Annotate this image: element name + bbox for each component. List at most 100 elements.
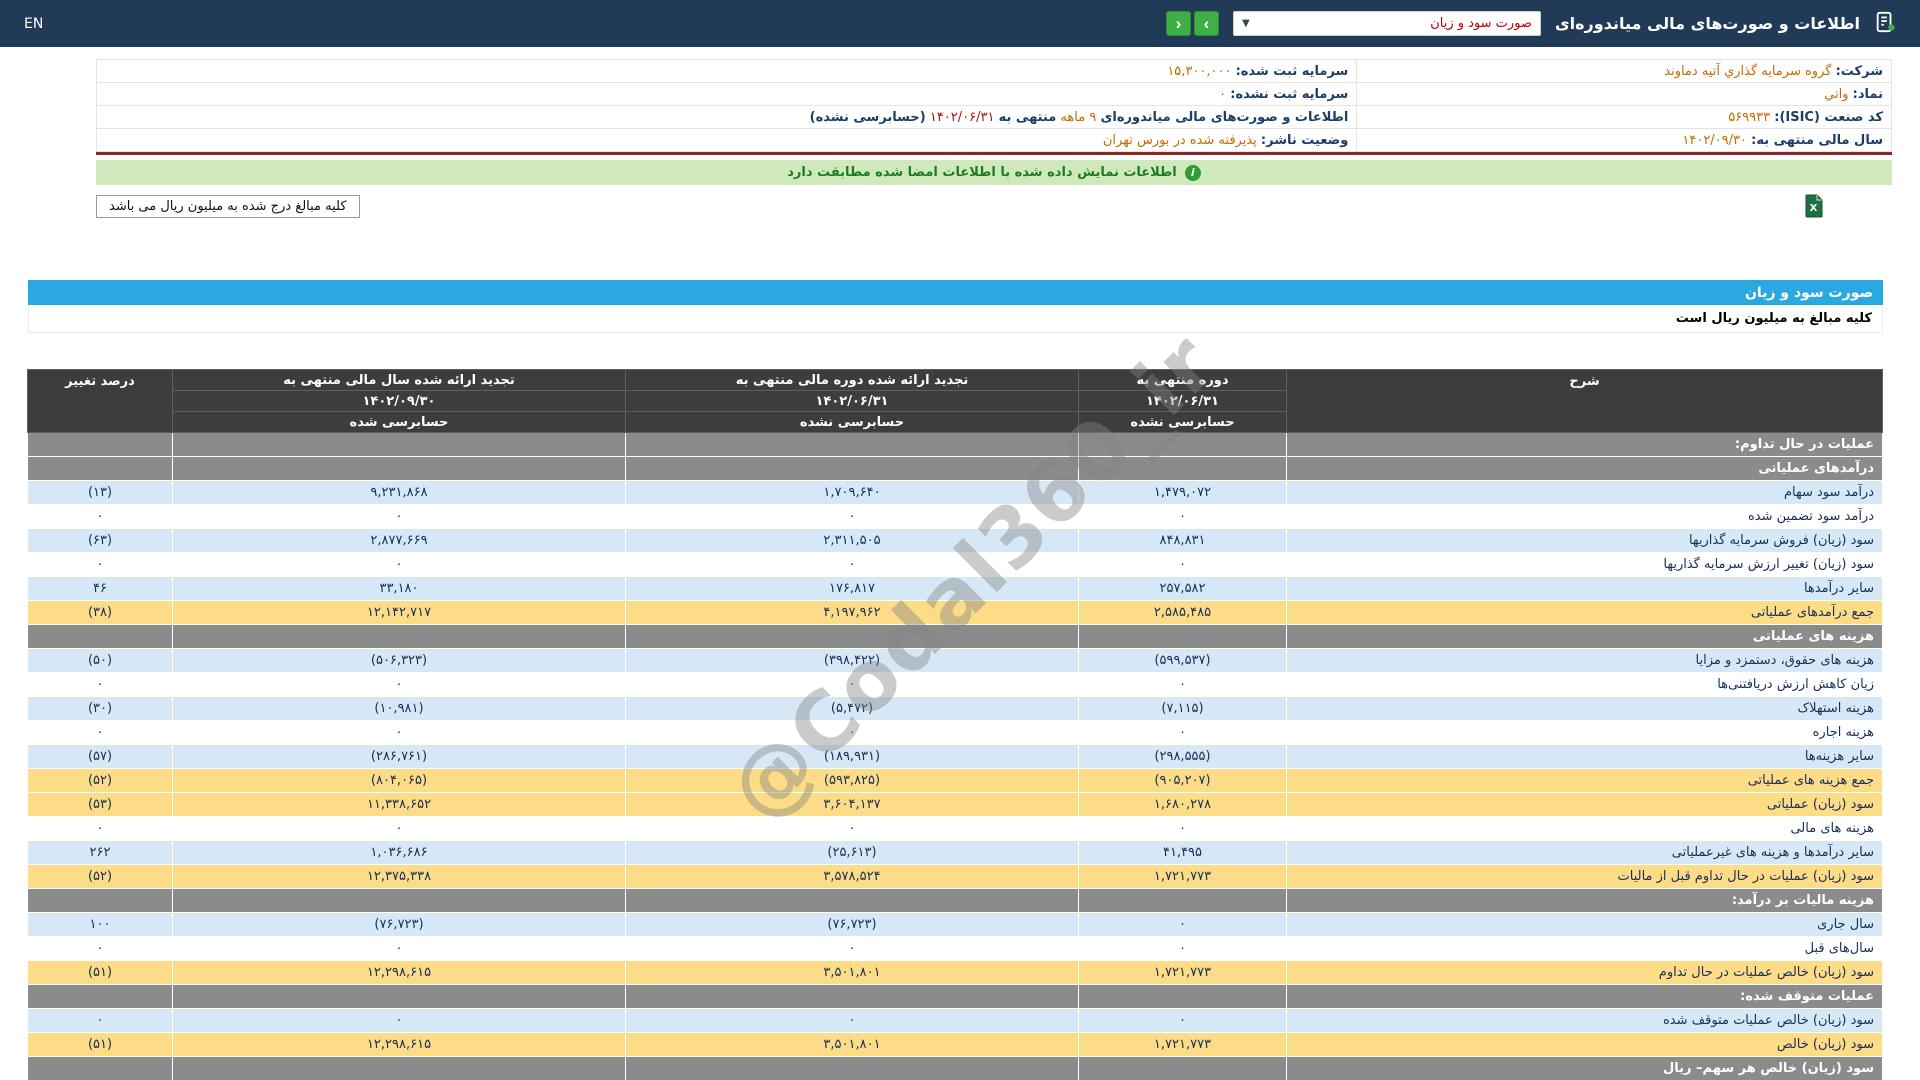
- change-percent-value: ۰: [27, 1008, 173, 1033]
- svg-text:X: X: [1810, 203, 1818, 214]
- section-empty-cell: [27, 456, 173, 481]
- section-empty-cell: [625, 1056, 1079, 1080]
- issuer-status-value: پذیرفته شده در بورس تهران: [1102, 132, 1257, 148]
- amount-value: ۰: [1078, 720, 1287, 745]
- section-empty-cell: [625, 888, 1079, 913]
- row-label: درآمد سود سهام: [1286, 480, 1883, 505]
- column-audit-status: حسابرسی شده: [172, 411, 626, 433]
- change-percent-value: (۳۰): [27, 696, 173, 721]
- arrow-left-button[interactable]: ‹: [1165, 11, 1191, 36]
- page-title: اطلاعات و صورت‌های مالی میاندوره‌ای: [1554, 14, 1860, 33]
- amount-value: ۰: [1078, 552, 1287, 577]
- section-empty-cell: [625, 624, 1079, 649]
- amount-value: ۱۲,۱۴۲,۷۱۷: [172, 600, 626, 625]
- company-info-section: شرکت: گروه سرمایه گذاري آتیه دماوند سرما…: [95, 59, 1892, 155]
- topbar-right-group: اطلاعات و صورت‌های مالی میاندوره‌ای صورت…: [1165, 11, 1896, 37]
- table-row: هزینه اجاره ۰ ۰ ۰ ۰: [27, 720, 1883, 745]
- section-label: عملیات در حال تداوم:: [1286, 432, 1883, 457]
- table-row: سایر درآمدها و هزینه های غیرعملیاتی ۴۱,۴۹…: [27, 840, 1883, 865]
- amount-value: ۳,۵۷۸,۵۲۴: [625, 864, 1079, 889]
- section-empty-cell: [27, 624, 173, 649]
- excel-export-icon[interactable]: X: [1804, 194, 1824, 218]
- row-label: سایر درآمدها و هزینه های غیرعملیاتی: [1286, 840, 1883, 865]
- company-label: شرکت:: [1835, 63, 1883, 79]
- section-label: عملیات متوقف شده:: [1286, 984, 1883, 1009]
- change-percent-value: (۵۳): [27, 792, 173, 817]
- row-label: سود (زیان) عملیات در حال تداوم قبل از ما…: [1286, 864, 1883, 889]
- amount-value: ۳۳,۱۸۰: [172, 576, 626, 601]
- row-label: درآمد سود تضمین شده: [1286, 504, 1883, 529]
- row-label: سایر هزینه‌ها: [1286, 744, 1883, 769]
- section-header-row: درآمدهای عملیاتی: [27, 456, 1883, 481]
- registered-capital-value: ۱۵,۳۰۰,۰۰۰: [1167, 63, 1232, 79]
- amount-value: ۱,۷۲۱,۷۷۳: [1078, 960, 1287, 985]
- amounts-unit-note: کلیه مبالغ درج شده به میلیون ریال می باش…: [96, 194, 360, 218]
- symbol-label: نماد:: [1852, 86, 1883, 102]
- table-row: سایر هزینه‌ها (۲۹۸,۵۵۵) (۱۸۹,۹۳۱) (۲۸۶,۷۶۱)…: [27, 744, 1883, 769]
- amount-value: (۱۰,۹۸۱): [172, 696, 626, 721]
- section-header-row: عملیات متوقف شده:: [27, 984, 1883, 1009]
- amount-value: ۴۱,۴۹۵: [1078, 840, 1287, 865]
- amount-value: ۱۱,۳۳۸,۶۵۲: [172, 792, 626, 817]
- statement-section: صورت سود و زیان کلیه مبالغ به میلیون ریا…: [27, 280, 1883, 1080]
- section-empty-cell: [27, 432, 173, 457]
- amount-value: (۳۹۸,۴۲۲): [625, 648, 1079, 673]
- isic-cell: کد صنعت (ISIC): ۵۶۹۹۳۳: [1356, 105, 1892, 129]
- amount-value: (۱۸۹,۹۳۱): [625, 744, 1079, 769]
- amount-value: (۵۹۹,۵۳۷): [1078, 648, 1287, 673]
- amount-value: (۲۹۸,۵۵۵): [1078, 744, 1287, 769]
- section-label: درآمدهای عملیاتی: [1286, 456, 1883, 481]
- company-info-table: شرکت: گروه سرمایه گذاري آتیه دماوند سرما…: [95, 59, 1892, 152]
- change-percent-value: (۵۲): [27, 864, 173, 889]
- row-label: سود (زیان) خالص: [1286, 1032, 1883, 1057]
- period-prefix: اطلاعات و صورت‌های مالی میاندوره‌ای: [1100, 109, 1349, 125]
- amount-value: ۱۲,۳۷۵,۳۳۸: [172, 864, 626, 889]
- amount-value: ۲,۵۸۵,۴۸۵: [1078, 600, 1287, 625]
- section-empty-cell: [1078, 624, 1287, 649]
- section-label: هزینه های عملیاتی: [1286, 624, 1883, 649]
- unregistered-capital-label: سرمایه ثبت نشده:: [1230, 86, 1349, 102]
- signature-match-banner: i اطلاعات نمایش داده شده با اطلاعات امضا…: [96, 160, 1892, 185]
- amount-value: ۱,۷۲۱,۷۷۳: [1078, 1032, 1287, 1057]
- change-percent-value: (۳۸): [27, 600, 173, 625]
- period-middle: منتهی به: [998, 109, 1057, 125]
- amount-value: ۳,۶۰۴,۱۳۷: [625, 792, 1079, 817]
- column-header-description: شرح: [1286, 369, 1883, 433]
- company-name-cell: شرکت: گروه سرمایه گذاري آتیه دماوند: [1356, 59, 1892, 83]
- amount-value: (۷۶,۷۲۳): [172, 912, 626, 937]
- chevron-down-icon: ▼: [1241, 18, 1250, 29]
- amount-value: ۰: [1078, 936, 1287, 961]
- amount-value: (۲۸۶,۷۶۱): [172, 744, 626, 769]
- column-date: ۱۴۰۲/۰۶/۳۱: [1078, 390, 1287, 412]
- amount-value: ۰: [172, 672, 626, 697]
- column-date: ۱۴۰۲/۰۹/۳۰: [172, 390, 626, 412]
- table-header: شرح دوره منتهی به تجدید ارائه شده دوره م…: [27, 369, 1883, 433]
- change-percent-value: ۰: [27, 936, 173, 961]
- amount-value: ۱,۶۸۰,۲۷۸: [1078, 792, 1287, 817]
- note-row: X کلیه مبالغ درج شده به میلیون ریال می ب…: [96, 194, 1824, 218]
- section-empty-cell: [172, 624, 626, 649]
- fiscal-year-cell: سال مالی منتهی به: ۱۴۰۲/۰۹/۳۰: [1356, 128, 1892, 152]
- isic-label: کد صنعت (ISIC):: [1774, 109, 1883, 125]
- arrow-right-button[interactable]: ›: [1193, 11, 1219, 36]
- amount-value: (۵,۴۷۲): [625, 696, 1079, 721]
- change-percent-value: (۵۲): [27, 768, 173, 793]
- section-header-row: هزینه های عملیاتی: [27, 624, 1883, 649]
- change-percent-value: ۰: [27, 816, 173, 841]
- amount-value: ۱۷۶,۸۱۷: [625, 576, 1079, 601]
- section-empty-cell: [1078, 888, 1287, 913]
- row-label: سایر درآمدها: [1286, 576, 1883, 601]
- table-body: عملیات در حال تداوم: درآمدهای عملیاتی درآم…: [27, 432, 1883, 1080]
- row-label: هزینه اجاره: [1286, 720, 1883, 745]
- amount-value: ۱,۷۰۹,۶۴۰: [625, 480, 1079, 505]
- table-row: سود (زیان) عملیاتی ۱,۶۸۰,۲۷۸ ۳,۶۰۴,۱۳۷ ۱۱,۳…: [27, 792, 1883, 817]
- info-row: کد صنعت (ISIC): ۵۶۹۹۳۳ اطلاعات و صورت‌ها…: [95, 105, 1892, 129]
- column-audit-status: حسابرسی نشده: [1078, 411, 1287, 433]
- section-empty-cell: [27, 888, 173, 913]
- section-header-row: هزینه مالیات بر درآمد:: [27, 888, 1883, 913]
- statement-type-select[interactable]: صورت سود و زیان ▼: [1232, 11, 1541, 36]
- language-toggle-en[interactable]: EN: [24, 16, 43, 32]
- statement-subtitle: کلیه مبالغ به میلیون ریال است: [28, 305, 1883, 333]
- table-row: سود (زیان) عملیات در حال تداوم قبل از ما…: [27, 864, 1883, 889]
- section-label: هزینه مالیات بر درآمد:: [1286, 888, 1883, 913]
